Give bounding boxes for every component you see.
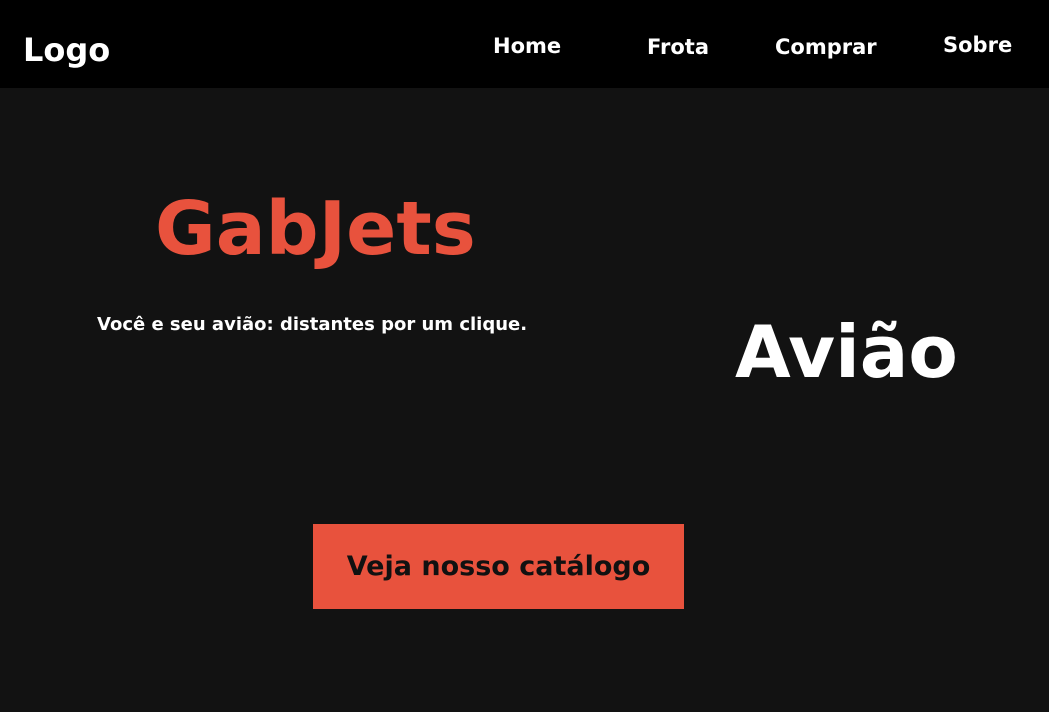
nav-link-comprar[interactable]: Comprar	[775, 37, 877, 58]
airplane-image-placeholder: Avião	[735, 310, 958, 394]
hero-subtitle: Você e seu avião: distantes por um cliqu…	[97, 314, 528, 335]
top-navbar: Logo Home Frota Comprar Sobre	[0, 0, 1049, 88]
nav-link-home[interactable]: Home	[493, 36, 561, 57]
logo[interactable]: Logo	[23, 34, 110, 66]
nav-link-sobre[interactable]: Sobre	[943, 35, 1012, 56]
nav-link-frota[interactable]: Frota	[647, 37, 709, 58]
hero-title: GabJets	[155, 186, 476, 272]
catalog-button[interactable]: Veja nosso catálogo	[313, 524, 684, 609]
